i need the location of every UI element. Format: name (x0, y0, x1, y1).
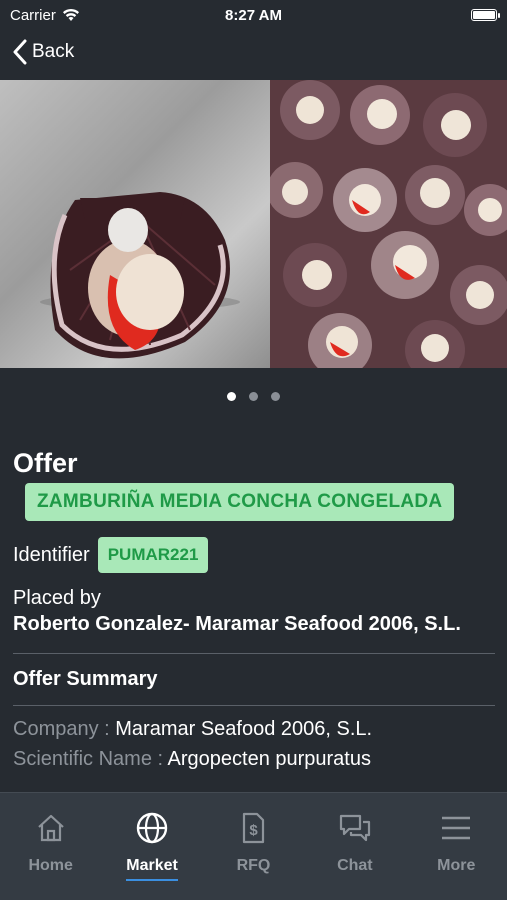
placed-by-name: Roberto Gonzalez- Maramar Seafood 2006, … (13, 613, 461, 635)
offer-summary-title: Offer Summary (13, 668, 158, 690)
summary-list: Company : Maramar Seafood 2006, S.L. Sci… (13, 706, 495, 774)
page-dot-3[interactable] (271, 392, 280, 401)
placed-by-label: Placed by (13, 587, 101, 609)
gallery-pagination[interactable] (0, 392, 507, 401)
summary-value: Argopecten purpuratus (167, 748, 371, 770)
tab-label: More (437, 857, 476, 874)
identifier-row: Identifier PUMAR221 (13, 537, 495, 573)
photo-gallery[interactable] (0, 80, 507, 368)
tab-rfq[interactable]: $ RFQ (213, 811, 293, 879)
scallop-photo-single (0, 80, 270, 368)
offer-heading: Offer (13, 448, 78, 478)
tab-label: Home (28, 857, 73, 874)
battery-icon (471, 9, 500, 21)
chat-icon (339, 814, 370, 842)
tab-chat[interactable]: Chat (315, 811, 395, 879)
wifi-icon (62, 8, 79, 21)
menu-icon (442, 816, 471, 840)
tab-home[interactable]: Home (11, 811, 91, 879)
summary-row-scientific-name: Scientific Name : Argopecten purpuratus (13, 744, 495, 774)
globe-icon (136, 812, 168, 844)
chevron-left-icon (13, 39, 27, 65)
tab-label: Chat (337, 857, 373, 874)
tab-market[interactable]: Market (112, 811, 192, 881)
summary-key: Scientific Name : (13, 748, 168, 770)
tab-bar: Home Market $ RFQ Chat More (0, 792, 507, 900)
summary-value: Maramar Seafood 2006, S.L. (115, 718, 373, 740)
tab-more[interactable]: More (416, 811, 496, 879)
tab-label: Market (126, 857, 178, 881)
carrier-label: Carrier (10, 6, 56, 24)
back-label: Back (32, 41, 75, 62)
back-button[interactable]: Back (12, 36, 74, 68)
status-bar: Carrier 8:27 AM (0, 0, 507, 30)
page-dot-2[interactable] (249, 392, 258, 401)
status-left: Carrier (10, 7, 80, 24)
summary-key: Company : (13, 718, 116, 740)
identifier-label: Identifier (13, 543, 90, 566)
home-icon (37, 814, 64, 842)
page-dot-1[interactable] (227, 392, 236, 401)
tab-label: RFQ (236, 857, 271, 874)
product-name-badge: ZAMBURIÑA MEDIA CONCHA CONGELADA (25, 483, 455, 521)
summary-row-company: Company : Maramar Seafood 2006, S.L. (13, 714, 495, 744)
offer-details: Offer ZAMBURIÑA MEDIA CONCHA CONGELADA I… (13, 445, 495, 774)
svg-text:$: $ (250, 822, 259, 839)
identifier-badge: PUMAR221 (97, 537, 209, 573)
scallop-photo-batch (270, 80, 507, 368)
dollar-document-icon: $ (243, 812, 265, 844)
